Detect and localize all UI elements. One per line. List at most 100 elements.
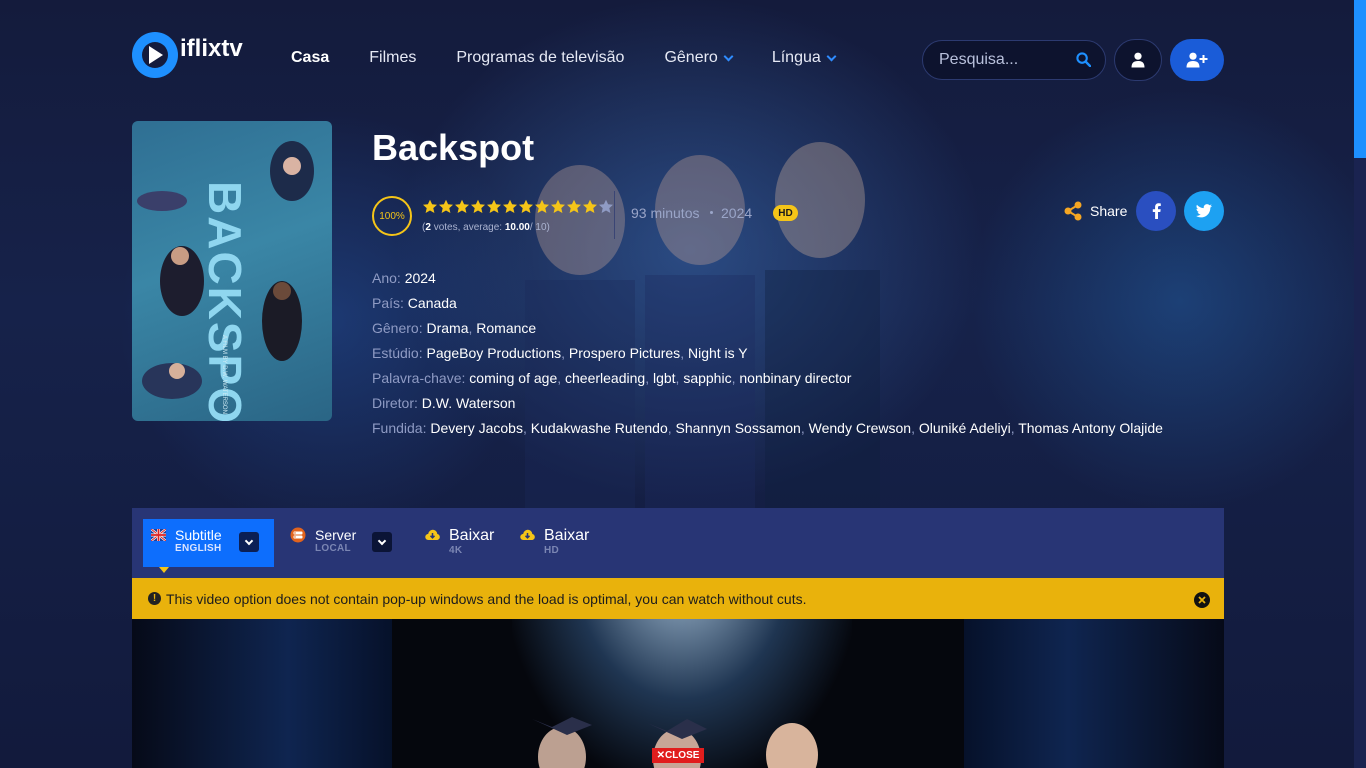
detail-row-estudio: Estúdio: PageBoy Productions, Prospero P… bbox=[372, 345, 748, 361]
register-button[interactable] bbox=[1170, 39, 1224, 81]
detail-link[interactable]: Canada bbox=[408, 295, 457, 311]
subtitle-label: Subtitle bbox=[175, 527, 222, 543]
cloud-download-icon bbox=[425, 529, 440, 540]
list-separator: , bbox=[645, 370, 653, 386]
search-input[interactable] bbox=[939, 51, 1069, 69]
share-label: Share bbox=[1090, 203, 1128, 219]
nav-item-lingua[interactable]: Língua bbox=[772, 49, 837, 67]
detail-link[interactable]: Devery Jacobs bbox=[430, 420, 523, 436]
download-quality: HD bbox=[544, 545, 560, 556]
close-notice-button[interactable] bbox=[1194, 592, 1210, 608]
star-icon[interactable] bbox=[566, 199, 582, 215]
subtitle-selector[interactable]: Subtitle ENGLISH bbox=[143, 519, 274, 573]
player-options-bar: Subtitle ENGLISH Server LOCAL Baixar 4K … bbox=[132, 508, 1224, 578]
detail-link[interactable]: 2024 bbox=[405, 270, 436, 286]
scrollbar[interactable] bbox=[1354, 0, 1366, 768]
star-icon[interactable] bbox=[454, 199, 470, 215]
nav-item-programas[interactable]: Programas de televisão bbox=[456, 49, 624, 67]
subtitle-value: ENGLISH bbox=[175, 543, 222, 554]
detail-link[interactable]: Wendy Crewson bbox=[809, 420, 911, 436]
notice-text: This video option does not contain pop-u… bbox=[166, 590, 807, 607]
detail-link[interactable]: cheerleading bbox=[565, 370, 645, 386]
download-4k-button[interactable]: Baixar 4K bbox=[425, 519, 494, 567]
star-icon[interactable] bbox=[438, 199, 454, 215]
list-separator: , bbox=[911, 420, 919, 436]
download-hd-button[interactable]: Baixar HD bbox=[520, 519, 589, 567]
detail-link[interactable]: sapphic bbox=[683, 370, 731, 386]
detail-link[interactable]: Night is Y bbox=[688, 345, 748, 361]
chevron-down-icon bbox=[723, 51, 734, 61]
site-header: iflixtv Casa Filmes Programas de televis… bbox=[132, 32, 1224, 88]
detail-link[interactable]: coming of age bbox=[469, 370, 557, 386]
detail-link[interactable]: Kudakwashe Rutendo bbox=[531, 420, 668, 436]
list-separator: , bbox=[522, 420, 531, 436]
detail-link[interactable]: lgbt bbox=[653, 370, 676, 386]
detail-row-diretor: Diretor: D.W. Waterson bbox=[372, 395, 516, 411]
divider bbox=[614, 191, 615, 239]
logo-icon bbox=[132, 32, 178, 78]
poster-credit: A FILM BY D.W. WATERSON bbox=[221, 335, 227, 414]
detail-link[interactable]: Oluniké Adeliyi bbox=[919, 420, 1011, 436]
share-icon bbox=[1064, 201, 1082, 221]
download-quality: 4K bbox=[449, 545, 463, 556]
star-icon[interactable] bbox=[582, 199, 598, 215]
close-ad-button[interactable]: ✕ CLOSE bbox=[652, 748, 704, 763]
star-icon[interactable] bbox=[470, 199, 486, 215]
movie-poster[interactable]: BACKSPOT A FILM BY D.W. WATERSON bbox=[132, 121, 332, 421]
twitter-share-button[interactable] bbox=[1184, 191, 1224, 231]
list-separator: , bbox=[561, 345, 569, 361]
detail-row-palavra-chave: Palavra-chave: coming of age, cheerleadi… bbox=[372, 370, 852, 386]
detail-link[interactable]: Romance bbox=[476, 320, 536, 336]
movie-details: Ano: 2024 País: Canada Gênero: Drama, Ro… bbox=[372, 266, 1163, 441]
release-year: 2024 bbox=[721, 205, 753, 221]
detail-link[interactable]: nonbinary director bbox=[739, 370, 851, 386]
server-selector[interactable]: Server LOCAL bbox=[290, 519, 400, 567]
list-separator: , bbox=[800, 420, 809, 436]
logo[interactable]: iflixtv bbox=[132, 32, 243, 78]
star-icon[interactable] bbox=[598, 199, 614, 215]
quality-badge: HD bbox=[773, 205, 798, 221]
rating-stars[interactable] bbox=[422, 199, 614, 215]
server-dropdown-button[interactable] bbox=[372, 532, 392, 552]
download-label: Baixar bbox=[449, 527, 495, 544]
search-box bbox=[922, 40, 1106, 80]
votes-summary: (2 votes, average: 10.00/ 10) bbox=[422, 222, 550, 233]
detail-link[interactable]: PageBoy Productions bbox=[426, 345, 561, 361]
server-icon bbox=[290, 527, 306, 543]
list-separator: , bbox=[667, 420, 676, 436]
nav-item-casa[interactable]: Casa bbox=[291, 49, 329, 67]
facebook-icon bbox=[1152, 203, 1161, 219]
close-icon bbox=[1198, 596, 1206, 604]
detail-link[interactable]: Thomas Antony Olajide bbox=[1018, 420, 1163, 436]
detail-link[interactable]: Shannyn Sossamon bbox=[676, 420, 801, 436]
star-icon[interactable] bbox=[502, 199, 518, 215]
notice-banner: ! This video option does not contain pop… bbox=[132, 578, 1224, 619]
chevron-down-icon bbox=[377, 536, 387, 545]
star-icon[interactable] bbox=[534, 199, 550, 215]
star-icon[interactable] bbox=[422, 199, 438, 215]
score-ring: 100% bbox=[372, 196, 412, 236]
scrollbar-thumb[interactable] bbox=[1354, 0, 1366, 158]
star-icon[interactable] bbox=[486, 199, 502, 215]
detail-link[interactable]: D.W. Waterson bbox=[422, 395, 516, 411]
detail-link[interactable]: Prospero Pictures bbox=[569, 345, 680, 361]
detail-row-ano: Ano: 2024 bbox=[372, 270, 436, 286]
star-icon[interactable] bbox=[518, 199, 534, 215]
main-nav: Casa Filmes Programas de televisão Gêner… bbox=[291, 49, 875, 67]
list-separator: , bbox=[557, 370, 566, 386]
user-icon bbox=[1131, 52, 1145, 68]
detail-link[interactable]: Drama bbox=[426, 320, 468, 336]
chevron-down-icon bbox=[244, 536, 254, 545]
nav-item-filmes[interactable]: Filmes bbox=[369, 49, 416, 67]
exclamation-icon: ! bbox=[148, 592, 161, 605]
facebook-share-button[interactable] bbox=[1136, 191, 1176, 231]
subtitle-dropdown-button[interactable] bbox=[239, 532, 259, 552]
twitter-icon bbox=[1196, 204, 1212, 218]
login-button[interactable] bbox=[1114, 39, 1162, 81]
video-player[interactable]: ✕ CLOSE bbox=[132, 619, 1224, 768]
cloud-download-icon bbox=[520, 529, 535, 540]
star-icon[interactable] bbox=[550, 199, 566, 215]
nav-item-genero[interactable]: Gênero bbox=[664, 49, 734, 67]
uk-flag-icon bbox=[151, 529, 166, 541]
search-icon[interactable] bbox=[1076, 52, 1091, 67]
